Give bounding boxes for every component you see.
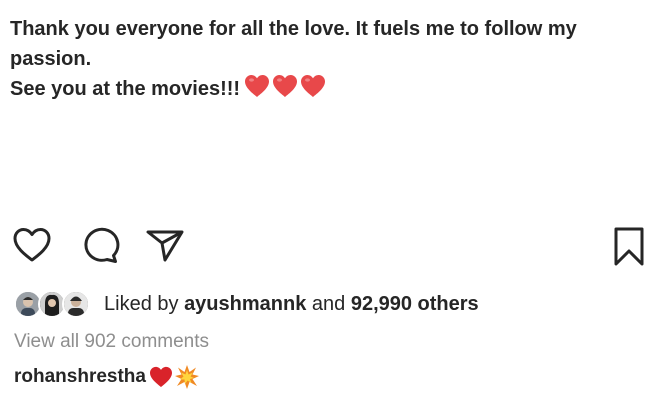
avatar[interactable]: [62, 290, 90, 318]
share-icon[interactable]: [145, 226, 185, 264]
heart-emoji-icon: [272, 74, 298, 98]
caption-line-3-text: See you at the movies!!!: [10, 78, 241, 100]
heart-emoji-icon: [300, 74, 326, 98]
caption-line-1: Thank you everyone for all the love. It …: [10, 18, 577, 40]
comment-username-link[interactable]: rohanshrestha: [14, 366, 146, 388]
heart-emoji-icon: [149, 366, 173, 388]
caption-hearts: [244, 74, 326, 98]
liked-by-user-link[interactable]: ayushmannk: [184, 293, 306, 315]
post-caption: Thank you everyone for all the love. It …: [10, 14, 660, 104]
liker-avatars[interactable]: [14, 290, 94, 318]
comment-emojis: [149, 364, 200, 390]
comment-row: rohanshrestha: [14, 364, 200, 390]
caption-line-3: See you at the movies!!!: [10, 74, 660, 104]
likes-count-link[interactable]: 92,990 others: [351, 293, 479, 315]
liked-by-row: Liked by ayushmannk and 92,990 others: [14, 288, 479, 320]
heart-icon[interactable]: [12, 226, 52, 264]
heart-emoji-icon: [244, 74, 270, 98]
liked-by-text: Liked by ayushmannk and 92,990 others: [104, 293, 479, 316]
collision-emoji-icon: [174, 364, 200, 390]
view-all-comments-link[interactable]: View all 902 comments: [14, 331, 209, 353]
bookmark-icon[interactable]: [612, 226, 646, 268]
comment-icon[interactable]: [80, 226, 120, 264]
post-action-bar: [0, 226, 670, 266]
caption-line-2: passion.: [10, 48, 92, 70]
liked-by-prefix: Liked by: [104, 292, 179, 315]
liked-by-conjunction: and: [311, 292, 346, 315]
